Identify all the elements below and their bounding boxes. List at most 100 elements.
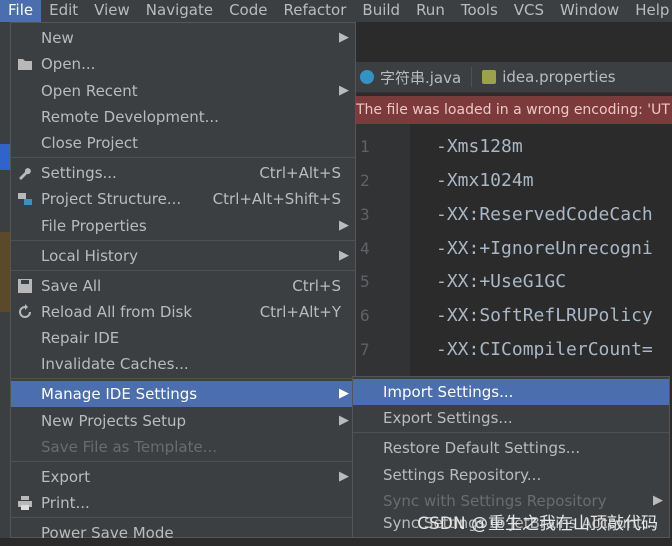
menu-item-invalidate-caches[interactable]: Invalidate Caches... (11, 351, 355, 377)
menu-run[interactable]: Run (408, 0, 453, 22)
menu-item-reload-all[interactable]: Reload All from Disk Ctrl+Alt+Y (11, 299, 355, 325)
menu-item-label: Manage IDE Settings (41, 385, 198, 403)
printer-icon (18, 496, 32, 510)
menu-view[interactable]: View (86, 0, 138, 22)
chevron-right-icon: ▶ (339, 413, 349, 428)
project-panel-block (0, 232, 10, 312)
save-icon (18, 279, 32, 293)
menu-item-shortcut: Ctrl+Alt+Y (259, 303, 341, 321)
menu-item-local-history[interactable]: Local History ▶ (11, 243, 355, 269)
tab-label: idea.properties (502, 68, 616, 86)
code-line: -XX:CICompilerCount= (436, 339, 653, 360)
menu-code[interactable]: Code (221, 0, 275, 22)
code-line: -XX:SoftRefLRUPolicy (436, 305, 653, 326)
menu-item-label: Print... (41, 494, 90, 512)
menu-separator (353, 432, 669, 433)
line-number: 7 (360, 340, 370, 359)
menu-item-close-project[interactable]: Close Project (11, 130, 355, 156)
file-menu: New ▶ Open... Open Recent ▶ Remote Devel… (10, 22, 356, 542)
menu-item-import-settings[interactable]: Import Settings... (353, 379, 669, 405)
menu-item-label: New Projects Setup (41, 412, 187, 430)
menu-item-label: Project Structure... (41, 190, 182, 208)
menu-item-label: Save File as Template... (41, 438, 217, 456)
menu-item-export-settings[interactable]: Export Settings... (353, 405, 669, 431)
code-line: -Xmx1024m (436, 170, 534, 191)
line-number: 3 (360, 205, 370, 224)
menu-item-project-structure[interactable]: Project Structure... Ctrl+Alt+Shift+S (11, 186, 355, 212)
menu-help[interactable]: Help (627, 0, 672, 22)
menu-item-new-projects-setup[interactable]: New Projects Setup ▶ (11, 408, 355, 434)
menu-item-label: Power Save Mode (41, 524, 174, 542)
menu-item-open-recent[interactable]: Open Recent ▶ (11, 78, 355, 104)
encoding-warning-banner: The file was loaded in a wrong encoding:… (350, 96, 672, 124)
chevron-right-icon: ▶ (339, 30, 349, 45)
menu-item-save-all[interactable]: Save All Ctrl+S (11, 273, 355, 299)
menu-item-export[interactable]: Export ▶ (11, 464, 355, 490)
menu-separator (11, 240, 355, 241)
menu-item-label: Export (41, 468, 91, 486)
menu-build[interactable]: Build (354, 0, 408, 22)
menu-item-manage-ide-settings[interactable]: Manage IDE Settings ▶ (11, 381, 355, 407)
line-number: 6 (360, 306, 370, 325)
code-line: -XX:ReservedCodeCach (436, 204, 653, 225)
menu-item-open[interactable]: Open... (11, 51, 355, 77)
wrench-icon (19, 168, 31, 180)
menu-separator (11, 517, 355, 518)
menu-window[interactable]: Window (552, 0, 627, 22)
menu-item-new[interactable]: New ▶ (11, 25, 355, 51)
chevron-right-icon: ▶ (339, 469, 349, 484)
tab-label: 字符串.java (380, 68, 462, 87)
code-line: -XX:+UseG1GC (436, 271, 567, 292)
menu-item-label: Reload All from Disk (41, 303, 193, 321)
menu-item-label: Open Recent (41, 82, 138, 100)
menu-item-shortcut: Ctrl+Alt+S (259, 164, 341, 182)
menu-item-label: New (41, 29, 74, 47)
menu-item-label: Local History (41, 247, 139, 265)
tab-properties[interactable]: idea.properties (472, 62, 625, 92)
java-file-icon (360, 70, 374, 84)
menu-file[interactable]: File (0, 0, 42, 22)
menu-item-label: Export Settings... (383, 409, 513, 427)
menu-bar: File Edit View Navigate Code Refactor Bu… (0, 0, 672, 22)
line-number: 5 (360, 272, 370, 291)
menu-separator (11, 461, 355, 462)
menu-item-label: Restore Default Settings... (383, 439, 581, 457)
line-number: 2 (360, 171, 370, 190)
menu-item-settings-repository[interactable]: Settings Repository... (353, 462, 669, 488)
menu-item-label: Remote Development... (41, 108, 219, 126)
menu-refactor[interactable]: Refactor (275, 0, 354, 22)
menu-item-restore-default-settings[interactable]: Restore Default Settings... (353, 435, 669, 461)
menu-item-label: Repair IDE (41, 329, 120, 347)
editor-tabbar: 字符串.java idea.properties (350, 62, 672, 93)
properties-file-icon (482, 70, 497, 84)
csdn-watermark: CSDN @重生之我在山顶敲代码 (417, 514, 658, 534)
chevron-right-icon: ▶ (339, 248, 349, 263)
menu-item-settings[interactable]: Settings... Ctrl+Alt+S (11, 160, 355, 186)
project-selection (0, 144, 10, 170)
menu-item-remote-development[interactable]: Remote Development... (11, 104, 355, 130)
menu-item-file-properties[interactable]: File Properties ▶ (11, 213, 355, 239)
menu-item-power-save-mode[interactable]: Power Save Mode (11, 520, 355, 546)
tab-java[interactable]: 字符串.java (350, 62, 471, 92)
menu-edit[interactable]: Edit (41, 0, 86, 22)
menu-item-label: Open... (41, 55, 96, 73)
chevron-right-icon: ▶ (339, 386, 349, 401)
menu-tools[interactable]: Tools (453, 0, 506, 22)
menu-item-repair-ide[interactable]: Repair IDE (11, 325, 355, 351)
menu-item-label: File Properties (41, 217, 147, 235)
menu-item-shortcut: Ctrl+Alt+Shift+S (212, 190, 341, 208)
refresh-icon (19, 304, 31, 318)
menu-item-shortcut: Ctrl+S (292, 277, 341, 295)
project-structure-icon (18, 193, 32, 205)
menu-item-label: Save All (41, 277, 102, 295)
menu-item-save-file-as-template: Save File as Template... (11, 434, 355, 460)
menu-navigate[interactable]: Navigate (138, 0, 221, 22)
menu-item-print[interactable]: Print... (11, 490, 355, 516)
menu-separator (11, 378, 355, 379)
menu-vcs[interactable]: VCS (506, 0, 552, 22)
menu-separator (11, 270, 355, 271)
menu-item-label: Close Project (41, 134, 138, 152)
menu-item-label: Settings... (41, 164, 117, 182)
chevron-right-icon: ▶ (339, 218, 349, 233)
menu-separator (11, 157, 355, 158)
